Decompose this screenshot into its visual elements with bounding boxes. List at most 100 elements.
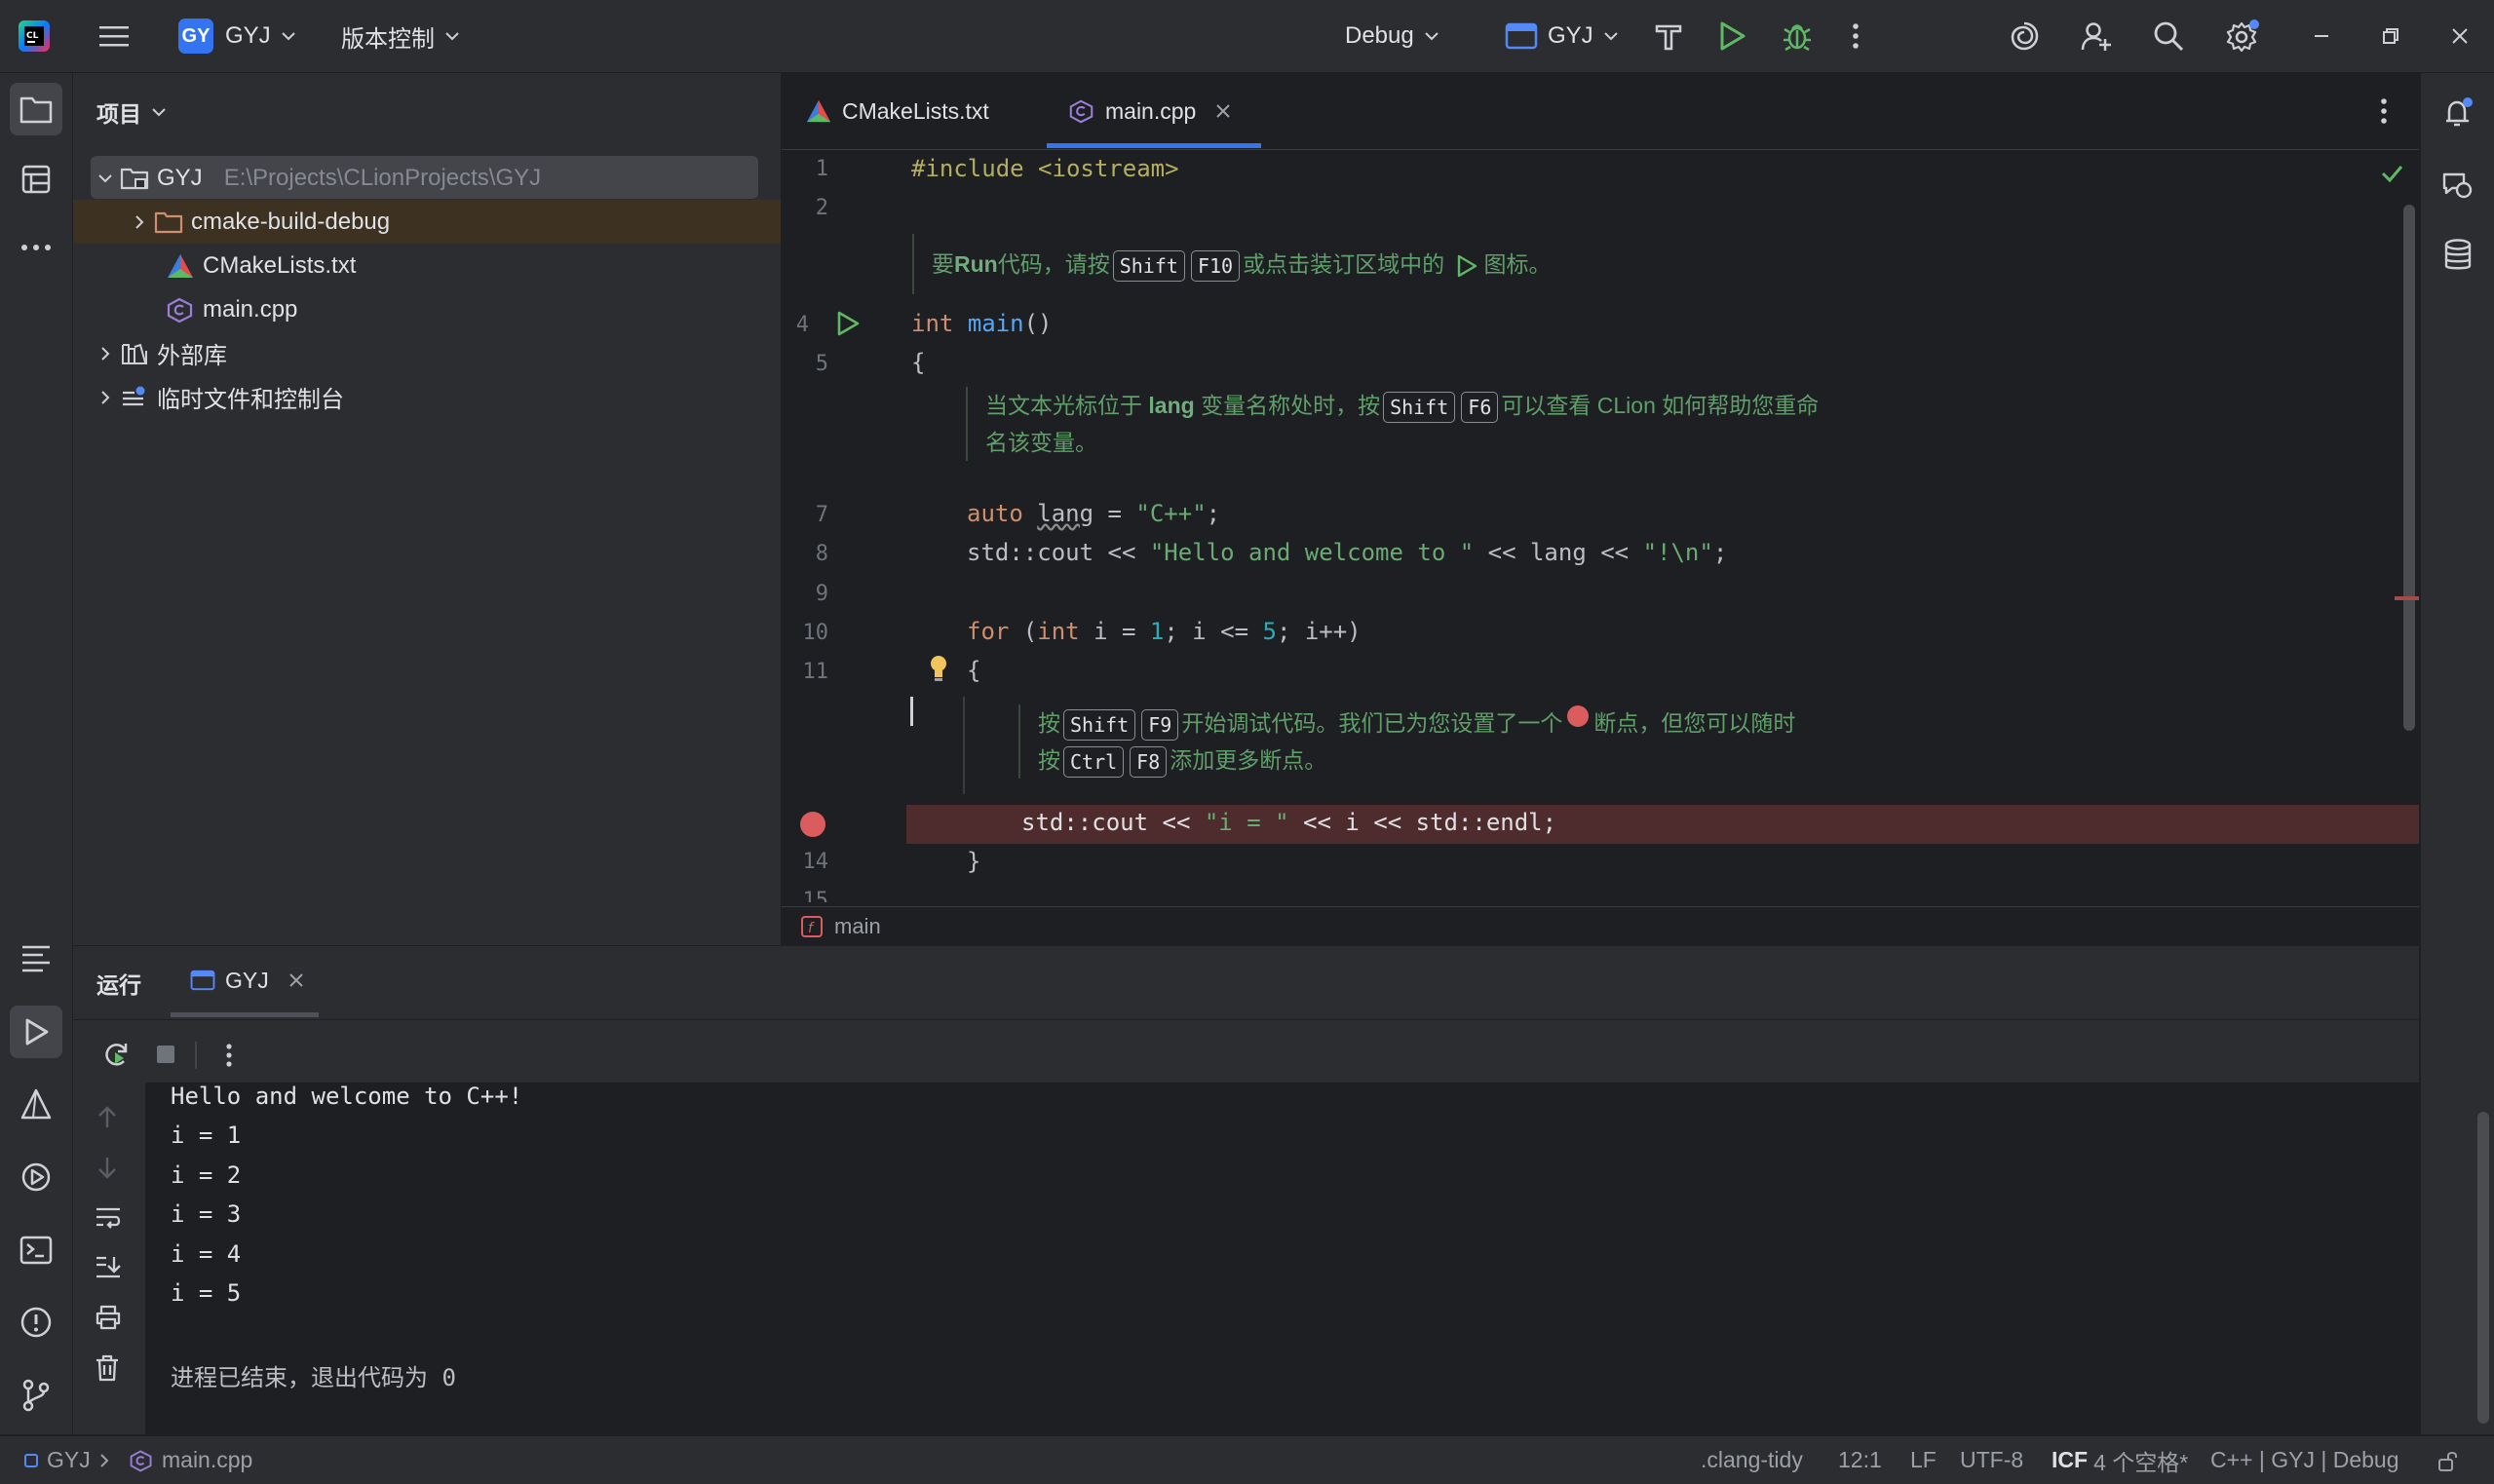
code-line-14[interactable]: } <box>967 848 980 875</box>
services-tool-button[interactable] <box>10 1151 62 1203</box>
ai-chat-button[interactable] <box>2432 159 2484 211</box>
status-linter[interactable]: .clang-tidy <box>1701 1436 1803 1484</box>
rerun-button[interactable] <box>102 1040 132 1069</box>
run-gutter-icon[interactable] <box>835 310 861 337</box>
code-text: ; <box>1712 539 1728 566</box>
code-line-11[interactable]: { <box>967 657 980 684</box>
minimize-button[interactable] <box>2312 0 2331 72</box>
tree-item-scratches[interactable]: 临时文件和控制台 <box>73 375 798 419</box>
more-actions-button[interactable] <box>1852 0 1860 72</box>
folder-icon <box>154 209 183 235</box>
debug-button[interactable] <box>1782 0 1813 72</box>
build-button[interactable] <box>1653 0 1684 72</box>
status-context[interactable]: C++ | GYJ | Debug <box>2210 1436 2399 1484</box>
chevron-right-icon[interactable] <box>91 390 120 405</box>
tab-cmakelists[interactable]: CMakeLists.txt <box>805 73 989 149</box>
problems-tool-button[interactable] <box>10 1296 62 1349</box>
project-tool-button[interactable] <box>10 83 62 135</box>
tab-main-cpp[interactable]: main.cpp <box>1068 73 1231 149</box>
notifications-button[interactable] <box>2432 87 2484 139</box>
close-tab-icon[interactable] <box>288 972 304 988</box>
structure-tool-button[interactable] <box>10 153 62 206</box>
lightbulb-icon[interactable] <box>928 654 949 683</box>
breakpoint-icon[interactable] <box>798 810 827 839</box>
git-tool-button[interactable] <box>10 1369 62 1422</box>
tip-bold: lang <box>1148 393 1195 418</box>
run-tab-label: GYJ <box>225 967 269 993</box>
code-line-1[interactable]: #include <iostream> <box>911 155 1179 182</box>
run-tool-button[interactable] <box>10 1006 62 1058</box>
status-readonly-toggle[interactable] <box>2436 1436 2460 1484</box>
tree-item-root[interactable]: GYJ E:\Projects\CLionProjects\GYJ <box>73 156 798 200</box>
run-target-selector[interactable]: GYJ <box>1505 0 1619 72</box>
scroll-up-button[interactable] <box>95 1105 120 1130</box>
line-number: 1 <box>815 157 828 181</box>
kbd-shift: Shift <box>1112 249 1185 282</box>
editor-more-button[interactable] <box>2380 97 2388 125</box>
status-encoding[interactable]: UTF-8 <box>1960 1436 2023 1484</box>
editor: CMakeLists.txt main.cpp 1 2 4 5 7 8 9 10… <box>782 73 2419 946</box>
terminal-icon <box>19 1236 53 1265</box>
code-with-me-button[interactable] <box>2080 0 2113 72</box>
code-line-8[interactable]: std::cout << "Hello and welcome to " << … <box>967 539 1727 566</box>
scroll-to-end-button[interactable] <box>95 1254 122 1279</box>
run-config-selector[interactable]: Debug <box>1345 0 1439 72</box>
scroll-down-button[interactable] <box>95 1155 120 1180</box>
tree-item-folder[interactable]: cmake-build-debug <box>73 200 832 244</box>
project-panel-header[interactable]: 项目 <box>96 73 167 151</box>
status-caret-position[interactable]: 12:1 <box>1838 1436 1882 1484</box>
tree-item-external-libs[interactable]: 外部库 <box>73 331 798 375</box>
project-switcher[interactable]: GY GYJ <box>178 0 296 72</box>
database-button[interactable] <box>2432 229 2484 282</box>
search-everywhere-button[interactable] <box>2152 0 2185 72</box>
tip-text: 断点，但您可以随时 <box>1593 710 1796 736</box>
console-output[interactable]: Hello and welcome to C++! i = 1 i = 2 i … <box>145 1083 2489 1434</box>
code-line-13[interactable]: std::cout << "i = " << i << std::endl; <box>1021 809 1556 836</box>
chevron-down-icon[interactable] <box>91 173 120 183</box>
code-text: std::cout << <box>1021 809 1205 836</box>
close-tab-icon[interactable] <box>1215 103 1231 119</box>
cmake-tool-button[interactable] <box>10 1078 62 1130</box>
code-line-7[interactable]: auto lang = "C++"; <box>967 500 1220 527</box>
soft-wrap-button[interactable] <box>95 1205 122 1231</box>
status-file[interactable]: main.cpp <box>129 1436 252 1484</box>
close-window-button[interactable] <box>2450 0 2470 72</box>
printer-icon <box>96 1305 121 1330</box>
kbd-f10: F10 <box>1190 249 1241 282</box>
run-more-button[interactable] <box>225 1043 233 1068</box>
console-scrollbar[interactable] <box>2477 1112 2489 1424</box>
ai-assistant-button[interactable] <box>2008 0 2041 72</box>
chevron-right-icon[interactable] <box>91 346 120 361</box>
code-line-5[interactable]: { <box>911 349 925 376</box>
code-line-4[interactable]: int main() <box>911 310 1053 337</box>
code-text: std::cout << <box>967 539 1150 566</box>
clear-output-button[interactable] <box>95 1354 120 1382</box>
status-project[interactable]: GYJ <box>23 1436 91 1484</box>
vcs-menu[interactable]: 版本控制 <box>341 0 460 72</box>
print-button[interactable] <box>95 1305 122 1330</box>
status-indent[interactable]: ICF 4 个空格* <box>2052 1436 2188 1484</box>
settings-button[interactable] <box>2225 0 2260 72</box>
editor-scrollbar[interactable] <box>2403 205 2415 731</box>
breadcrumb-function[interactable]: main <box>834 914 881 939</box>
tree-item-label: main.cpp <box>203 295 298 323</box>
tree-item-file[interactable]: main.cpp <box>73 287 873 331</box>
run-button[interactable] <box>1717 0 1746 72</box>
chevron-right-icon[interactable] <box>125 214 154 230</box>
status-indent-label: 4 个空格* <box>2093 1449 2189 1475</box>
rename-tip: 当文本光标位于 lang 变量名称处时，按 Shift F6 可以查看 CLion 如… <box>966 387 1960 461</box>
run-tab-gyj[interactable]: GYJ <box>190 946 304 1014</box>
terminal-tool-button[interactable] <box>10 1224 62 1276</box>
status-line-ending[interactable]: LF <box>1910 1436 1937 1484</box>
app-logo-icon[interactable]: CL <box>18 0 51 72</box>
main-menu-button[interactable] <box>97 0 131 72</box>
todo-tool-button[interactable] <box>10 932 62 984</box>
more-tools-button[interactable] <box>10 221 62 274</box>
stop-button[interactable] <box>155 1044 176 1065</box>
code-line-10[interactable]: for (int i = 1; i <= 5; i++) <box>967 618 1362 645</box>
inspection-ok-icon[interactable] <box>2380 163 2403 184</box>
run-panel: 运行 GYJ Hello and welcome to C++! i = 1 i… <box>73 946 2489 1434</box>
restore-button[interactable] <box>2381 0 2400 72</box>
tree-item-file[interactable]: CMakeLists.txt <box>73 244 873 287</box>
chevron-down-icon <box>281 32 295 41</box>
